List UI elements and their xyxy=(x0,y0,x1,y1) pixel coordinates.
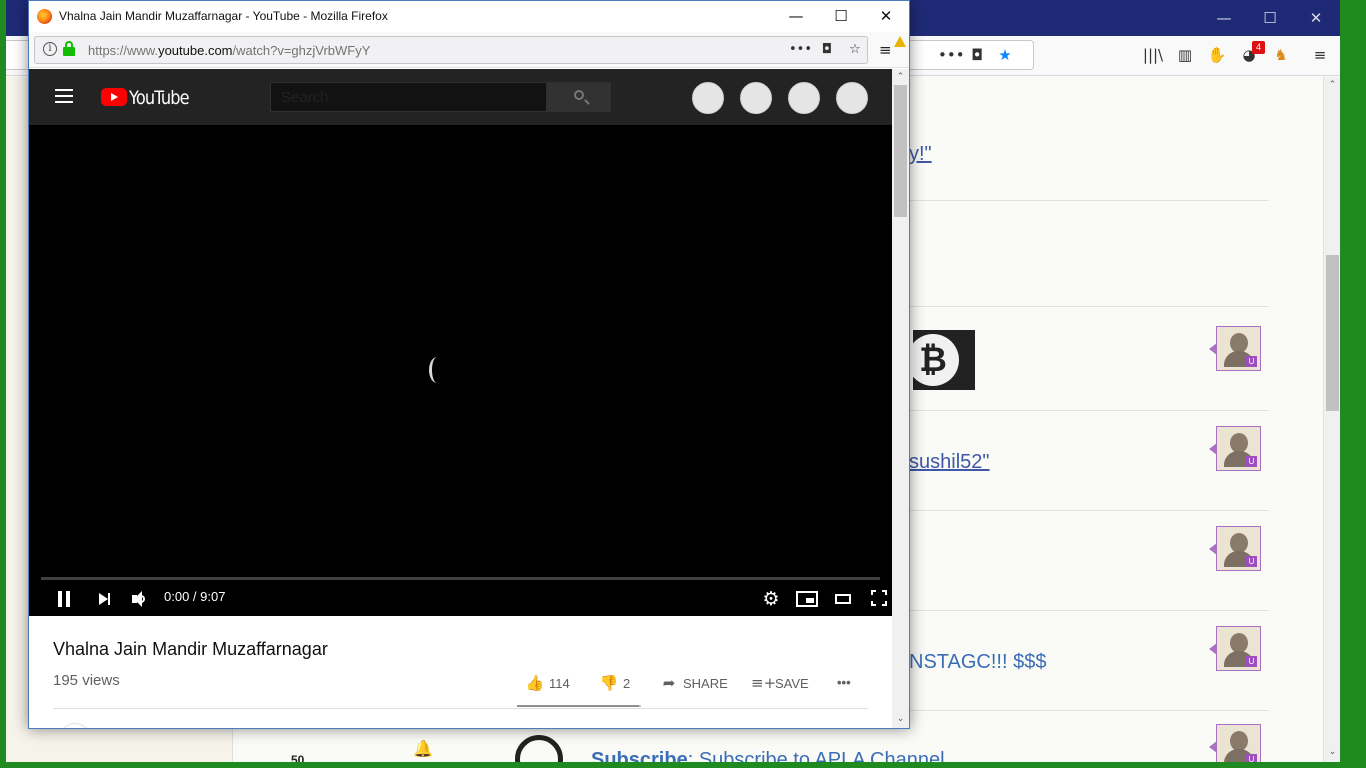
scrollbar-thumb[interactable] xyxy=(894,85,907,217)
maximize-button[interactable]: ☐ xyxy=(821,4,861,28)
playlist-add-icon: ≡+ xyxy=(751,674,777,692)
time-display: 0:00 / 9:07 xyxy=(164,589,226,604)
minimize-button[interactable]: — xyxy=(776,4,816,28)
youtube-browser-window: Vhalna Jain Mandir Muzaffarnagar - YouTu… xyxy=(28,0,910,729)
youtube-logo[interactable]: YouTube xyxy=(101,87,191,109)
row-link[interactable]: sushil52" xyxy=(909,451,989,474)
firefox-logo-icon xyxy=(37,9,52,24)
url-bar[interactable]: i https://www.youtube.com/watch?v=ghzjVr… xyxy=(34,36,868,64)
bg-menu-icon[interactable]: ≡ xyxy=(1309,45,1331,65)
close-button[interactable]: ✕ xyxy=(866,4,906,28)
avatar[interactable]: U xyxy=(1209,724,1261,762)
avatar[interactable]: U xyxy=(1209,326,1261,371)
avatar[interactable]: U xyxy=(1209,626,1261,671)
loading-spinner xyxy=(429,357,445,383)
page-actions-icon[interactable]: ••• xyxy=(789,41,812,59)
count-label: 50 xyxy=(291,753,305,762)
dislike-button[interactable]: 👎 2 xyxy=(599,673,631,693)
avatar[interactable]: U xyxy=(1209,426,1261,471)
apps-button[interactable] xyxy=(740,82,772,114)
save-button[interactable]: ≡+SAVE xyxy=(751,673,809,693)
like-button[interactable]: 👍 114 xyxy=(525,673,570,693)
bitcoin-image: ₿ xyxy=(913,330,975,390)
scroll-down-arrow-icon[interactable]: ⌄ xyxy=(1327,747,1338,758)
bell-icon[interactable]: 🔔 xyxy=(413,739,433,758)
subscribe-link[interactable]: Subscribe: Subscribe to APLA Channel xyxy=(591,749,945,762)
bg-maximize-button[interactable]: ☐ xyxy=(1257,6,1283,30)
channel-avatar[interactable] xyxy=(59,723,91,728)
divider xyxy=(53,708,868,709)
bookmark-star-icon[interactable]: ★ xyxy=(994,45,1016,65)
notification-badge: 4 xyxy=(1252,41,1265,54)
avatar[interactable]: U xyxy=(1209,526,1261,571)
row-link[interactable]: y!" xyxy=(909,143,932,166)
page-scrollbar[interactable]: ⌃ ⌄ xyxy=(892,69,909,728)
video-player[interactable]: 0:00 / 9:07 ⚙ xyxy=(29,125,892,616)
scrollbar-thumb[interactable] xyxy=(1326,255,1339,411)
page-actions-icon[interactable]: ••• xyxy=(938,45,965,65)
scroll-up-arrow-icon[interactable]: ⌃ xyxy=(895,72,906,83)
bottom-bar: 50 🔔 Subscribe: Subscribe to APLA Channe… xyxy=(233,724,1269,762)
fingerprint-icon xyxy=(515,735,563,762)
notifications-button[interactable] xyxy=(788,82,820,114)
scroll-down-arrow-icon[interactable]: ⌄ xyxy=(895,714,906,725)
pocket-icon[interactable]: ◘ xyxy=(966,45,988,65)
search-input[interactable] xyxy=(270,82,547,112)
bookmark-star-icon[interactable]: ☆ xyxy=(845,41,865,59)
navigation-bar: i https://www.youtube.com/watch?v=ghzjVr… xyxy=(29,32,909,68)
extension-hand-icon[interactable]: ✋ xyxy=(1206,45,1228,65)
share-arrow-icon: ➦ xyxy=(662,674,676,692)
background-scrollbar[interactable]: ⌃ ⌄ xyxy=(1323,77,1340,762)
scroll-up-arrow-icon[interactable]: ⌃ xyxy=(1327,80,1338,91)
pocket-icon[interactable]: ◘ xyxy=(817,41,837,59)
site-info-icon[interactable]: i xyxy=(43,42,57,56)
search-icon xyxy=(574,90,584,100)
volume-button[interactable] xyxy=(127,587,151,611)
warning-icon[interactable] xyxy=(894,36,906,47)
bg-minimize-button[interactable]: — xyxy=(1211,6,1237,30)
search-button[interactable] xyxy=(547,82,611,112)
sentiment-fill xyxy=(517,705,639,707)
next-button[interactable] xyxy=(93,587,117,611)
youtube-page: YouTube 0:00 / 9:07 ⚙ xyxy=(29,69,892,728)
view-count: 195 views xyxy=(53,672,120,689)
theater-mode-icon[interactable] xyxy=(835,594,851,604)
youtube-masthead: YouTube xyxy=(29,69,892,125)
bg-close-button[interactable]: ✕ xyxy=(1303,6,1329,30)
extension-fox-icon[interactable]: ♞ xyxy=(1270,45,1292,65)
current-time: 0:00 xyxy=(164,589,190,604)
row-text[interactable]: NSTAGC!!! $$$ xyxy=(909,651,1046,674)
youtube-logo-text: YouTube xyxy=(129,87,190,109)
video-title: Vhalna Jain Mandir Muzaffarnagar xyxy=(53,639,328,659)
progress-bar[interactable] xyxy=(41,577,880,580)
duration: 9:07 xyxy=(200,589,226,604)
secure-lock-icon[interactable] xyxy=(62,41,76,57)
sidebar-icon[interactable]: ▥ xyxy=(1174,45,1196,65)
pause-button[interactable] xyxy=(53,587,77,611)
settings-gear-icon[interactable]: ⚙ xyxy=(761,589,781,609)
thumbs-up-icon: 👍 xyxy=(525,674,545,692)
more-actions-button[interactable]: ••• xyxy=(837,673,851,693)
guide-menu-icon[interactable] xyxy=(55,89,75,105)
share-button[interactable]: ➦ SHARE xyxy=(659,673,728,693)
account-avatar-button[interactable] xyxy=(836,82,868,114)
thumbs-down-icon: 👎 xyxy=(599,674,619,692)
create-video-button[interactable] xyxy=(692,82,724,114)
library-icon[interactable]: |||\ xyxy=(1142,45,1164,65)
fullscreen-icon[interactable] xyxy=(871,590,887,606)
sentiment-bar xyxy=(517,705,641,707)
url-text[interactable]: https://www.youtube.com/watch?v=ghzjVrbW… xyxy=(88,43,370,58)
window-title-bar: Vhalna Jain Mandir Muzaffarnagar - YouTu… xyxy=(29,1,909,32)
window-title: Vhalna Jain Mandir Muzaffarnagar - YouTu… xyxy=(59,9,388,23)
youtube-play-icon xyxy=(101,88,127,106)
miniplayer-icon[interactable] xyxy=(796,591,818,607)
